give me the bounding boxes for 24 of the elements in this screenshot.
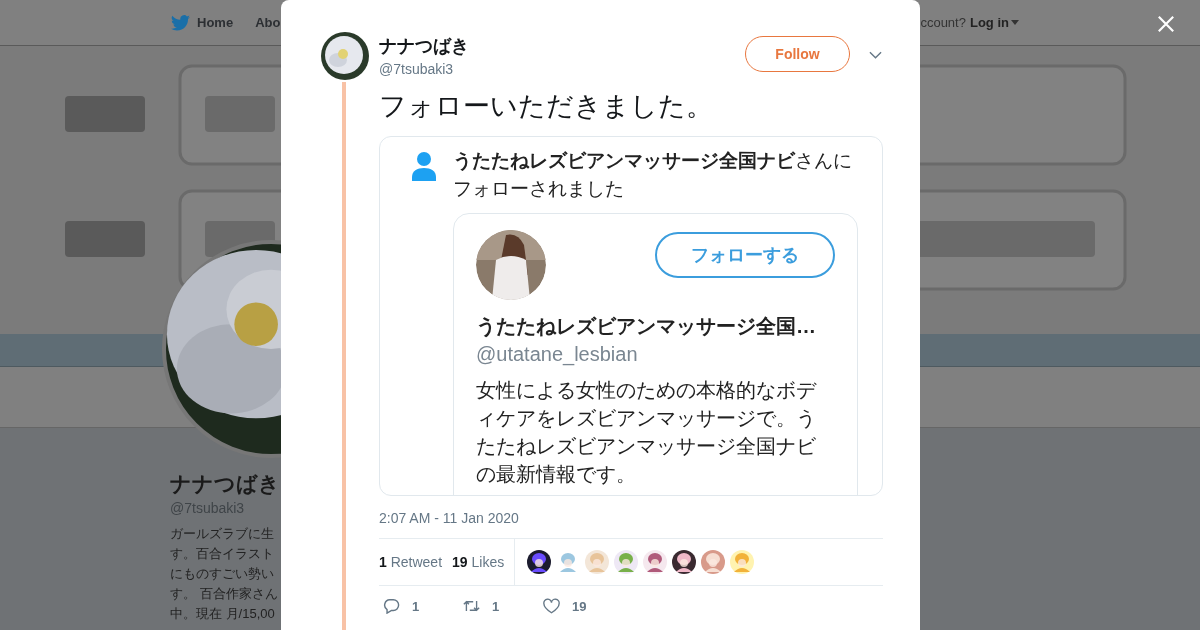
- profile-name: ナナつばき: [170, 471, 280, 497]
- home-link[interactable]: Home: [197, 15, 234, 30]
- user-handle: @utatane_lesbian: [476, 343, 639, 366]
- action-count: 1: [412, 598, 420, 614]
- login-link[interactable]: Log in: [969, 15, 1009, 30]
- reply-icon[interactable]: [383, 598, 400, 614]
- caret-icon: [1010, 20, 1019, 25]
- retweet-count-link[interactable]: 1 Retweet: [379, 554, 443, 570]
- bird-icon: [171, 14, 190, 31]
- bio-line: ガールズラブに生: [170, 525, 274, 543]
- likes-count-link[interactable]: 19 Likes: [452, 554, 505, 570]
- close-icon[interactable]: [1157, 15, 1175, 33]
- action-count: 19: [572, 598, 587, 614]
- action-count: 1: [492, 598, 500, 614]
- bio-line: す。 百合作家さん: [170, 585, 278, 603]
- tweet-timestamp: 2:07 AM - 11 Jan 2020: [379, 510, 520, 526]
- login-prompt: ccount?: [920, 15, 966, 30]
- bio-line: にものすごい勢い: [170, 565, 274, 583]
- heart-icon[interactable]: [543, 598, 560, 614]
- retweet-icon[interactable]: [463, 598, 480, 614]
- bio-line: す。百合イラスト: [170, 545, 274, 563]
- bio-line: 中。現在 月/15,00: [170, 605, 275, 623]
- user-bio: 女性による女性のための本格的なボディケアをレズビアンマッサージで。うたたねレズビアンマッサージ全国ナビの最新情報です。: [476, 378, 818, 487]
- about-link[interactable]: Abo: [255, 15, 281, 30]
